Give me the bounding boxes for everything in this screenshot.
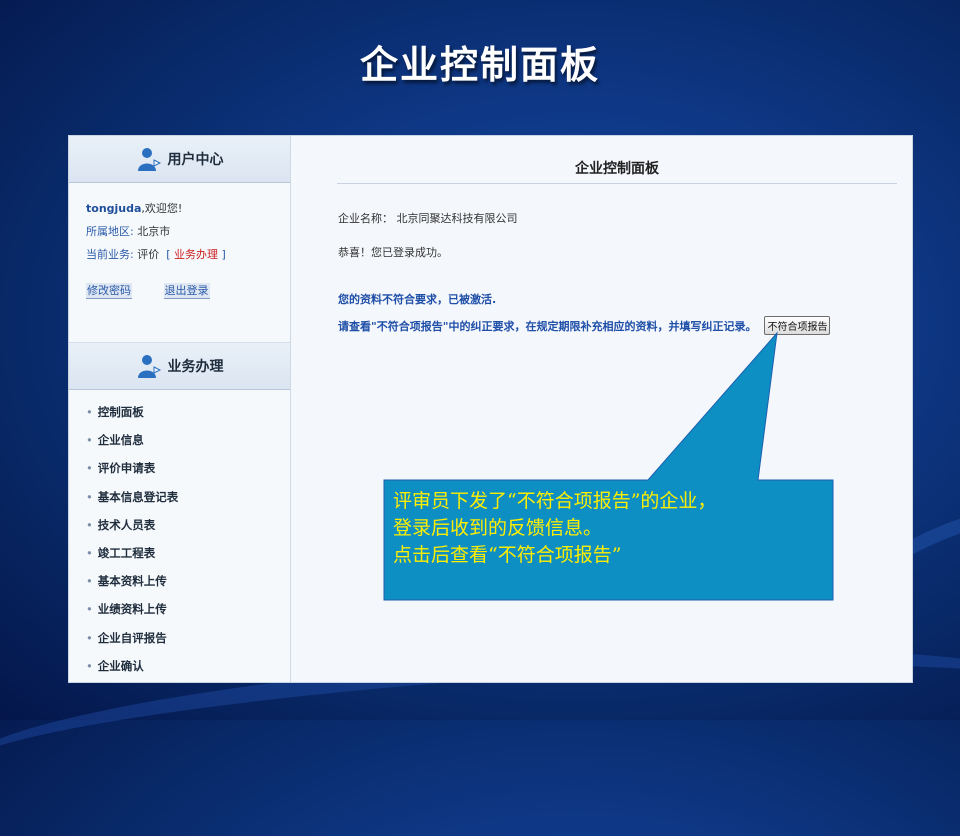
callout-line-1: 评审员下发了“不符合项报告”的企业，: [393, 490, 717, 512]
menu-item-company-info[interactable]: • 企业信息: [86, 426, 290, 454]
bracket-close: ]: [221, 248, 226, 261]
bullet-icon: •: [86, 545, 93, 560]
sidebar: 用户中心 tongjuda,欢迎您! 所属地区: 北京市 当前业务: 评价 [ …: [69, 136, 291, 682]
region-label: 所属地区:: [86, 225, 134, 238]
panel-title: 企业控制面板: [575, 161, 659, 177]
instruction-line: 请查看"不符合项报告"中的纠正要求，在规定期限补充相应的资料，并填写纠正记录。 …: [338, 316, 831, 335]
business-menu: • 控制面板 • 企业信息 • 评价申请表 • 基本信息登记表 • 技术人员表 • 竣工工程…: [69, 390, 290, 680]
main-panel: 企业控制面板 企业名称： 北京同聚达科技有限公司 恭喜！您已登录成功。 您的资料…: [291, 136, 912, 682]
menu-item-tech-staff[interactable]: • 技术人员表: [86, 511, 290, 539]
instruction-message: 请查看"不符合项报告"中的纠正要求，在规定期限补充相应的资料，并填写纠正记录。: [338, 319, 757, 333]
region-value: 北京市: [137, 225, 171, 238]
bullet-icon: •: [86, 433, 93, 448]
slide-title: 企业控制面板: [359, 43, 600, 87]
bullet-icon: •: [86, 405, 93, 419]
callout-text: 评审员下发了“不符合项报告”的企业， 登录后收到的反馈信息。 点击后查看“不符合…: [393, 488, 833, 569]
menu-item-completed-projects[interactable]: • 竣工工程表: [86, 539, 290, 567]
change-password-link[interactable]: 修改密码: [86, 283, 132, 299]
menu-item-basic-upload[interactable]: • 基本资料上传: [86, 567, 290, 595]
bullet-icon: •: [86, 461, 93, 476]
user-center-title: 用户中心: [167, 152, 224, 168]
menu-item-control-panel[interactable]: • 控制面板: [86, 398, 290, 426]
login-success-message: 恭喜！您已登录成功。: [338, 246, 448, 259]
bullet-icon: •: [86, 517, 93, 532]
warning-message: 您的资料不符合要求，已被激活.: [338, 293, 497, 306]
title-divider: [337, 183, 897, 184]
logout-link[interactable]: 退出登录: [163, 283, 210, 299]
callout-line-2: 登录后收到的反馈信息。: [393, 517, 603, 539]
nonconformity-report-button[interactable]: 不符合项报告: [764, 316, 831, 335]
bullet-icon: •: [86, 602, 93, 617]
username: tongjuda: [86, 202, 142, 215]
menu-item-performance-upload[interactable]: • 业绩资料上传: [86, 595, 290, 623]
bullet-icon: •: [86, 574, 93, 589]
user-icon: [137, 355, 161, 378]
menu-item-evaluation-form[interactable]: • 评价申请表: [86, 454, 290, 482]
company-line: 企业名称： 北京同聚达科技有限公司: [338, 210, 518, 226]
company-label: 企业名称：: [338, 212, 393, 225]
user-info: tongjuda,欢迎您! 所属地区: 北京市 当前业务: 评价 [ 业务办理 …: [69, 183, 290, 266]
business-line: 当前业务: 评价 [ 业务办理 ]: [86, 243, 290, 266]
user-icon: [137, 148, 161, 171]
menu-item-confirm[interactable]: • 企业确认: [86, 652, 290, 680]
menu-item-self-report[interactable]: • 企业自评报告: [86, 624, 290, 652]
business-header: 业务办理: [69, 342, 290, 390]
bullet-icon: •: [86, 658, 93, 673]
business-title: 业务办理: [167, 359, 224, 375]
welcome-line: tongjuda,欢迎您!: [86, 197, 290, 220]
bracket-open: [: [166, 248, 171, 261]
business-value: 评价: [137, 248, 160, 261]
account-links: 修改密码 退出登录: [69, 266, 290, 299]
region-line: 所属地区: 北京市: [86, 220, 290, 243]
user-center-header: 用户中心: [69, 136, 290, 183]
bullet-icon: •: [86, 489, 93, 504]
bullet-icon: •: [86, 630, 93, 645]
business-link[interactable]: 业务办理: [174, 248, 218, 261]
welcome-text: ,欢迎您!: [141, 202, 183, 215]
company-name: 北京同聚达科技有限公司: [396, 212, 518, 225]
business-label: 当前业务:: [86, 248, 134, 261]
callout-line-3: 点击后查看“不符合项报告”: [393, 544, 622, 566]
app-screenshot: 用户中心 tongjuda,欢迎您! 所属地区: 北京市 当前业务: 评价 [ …: [68, 135, 913, 683]
menu-item-basic-info-form[interactable]: • 基本信息登记表: [86, 483, 290, 511]
